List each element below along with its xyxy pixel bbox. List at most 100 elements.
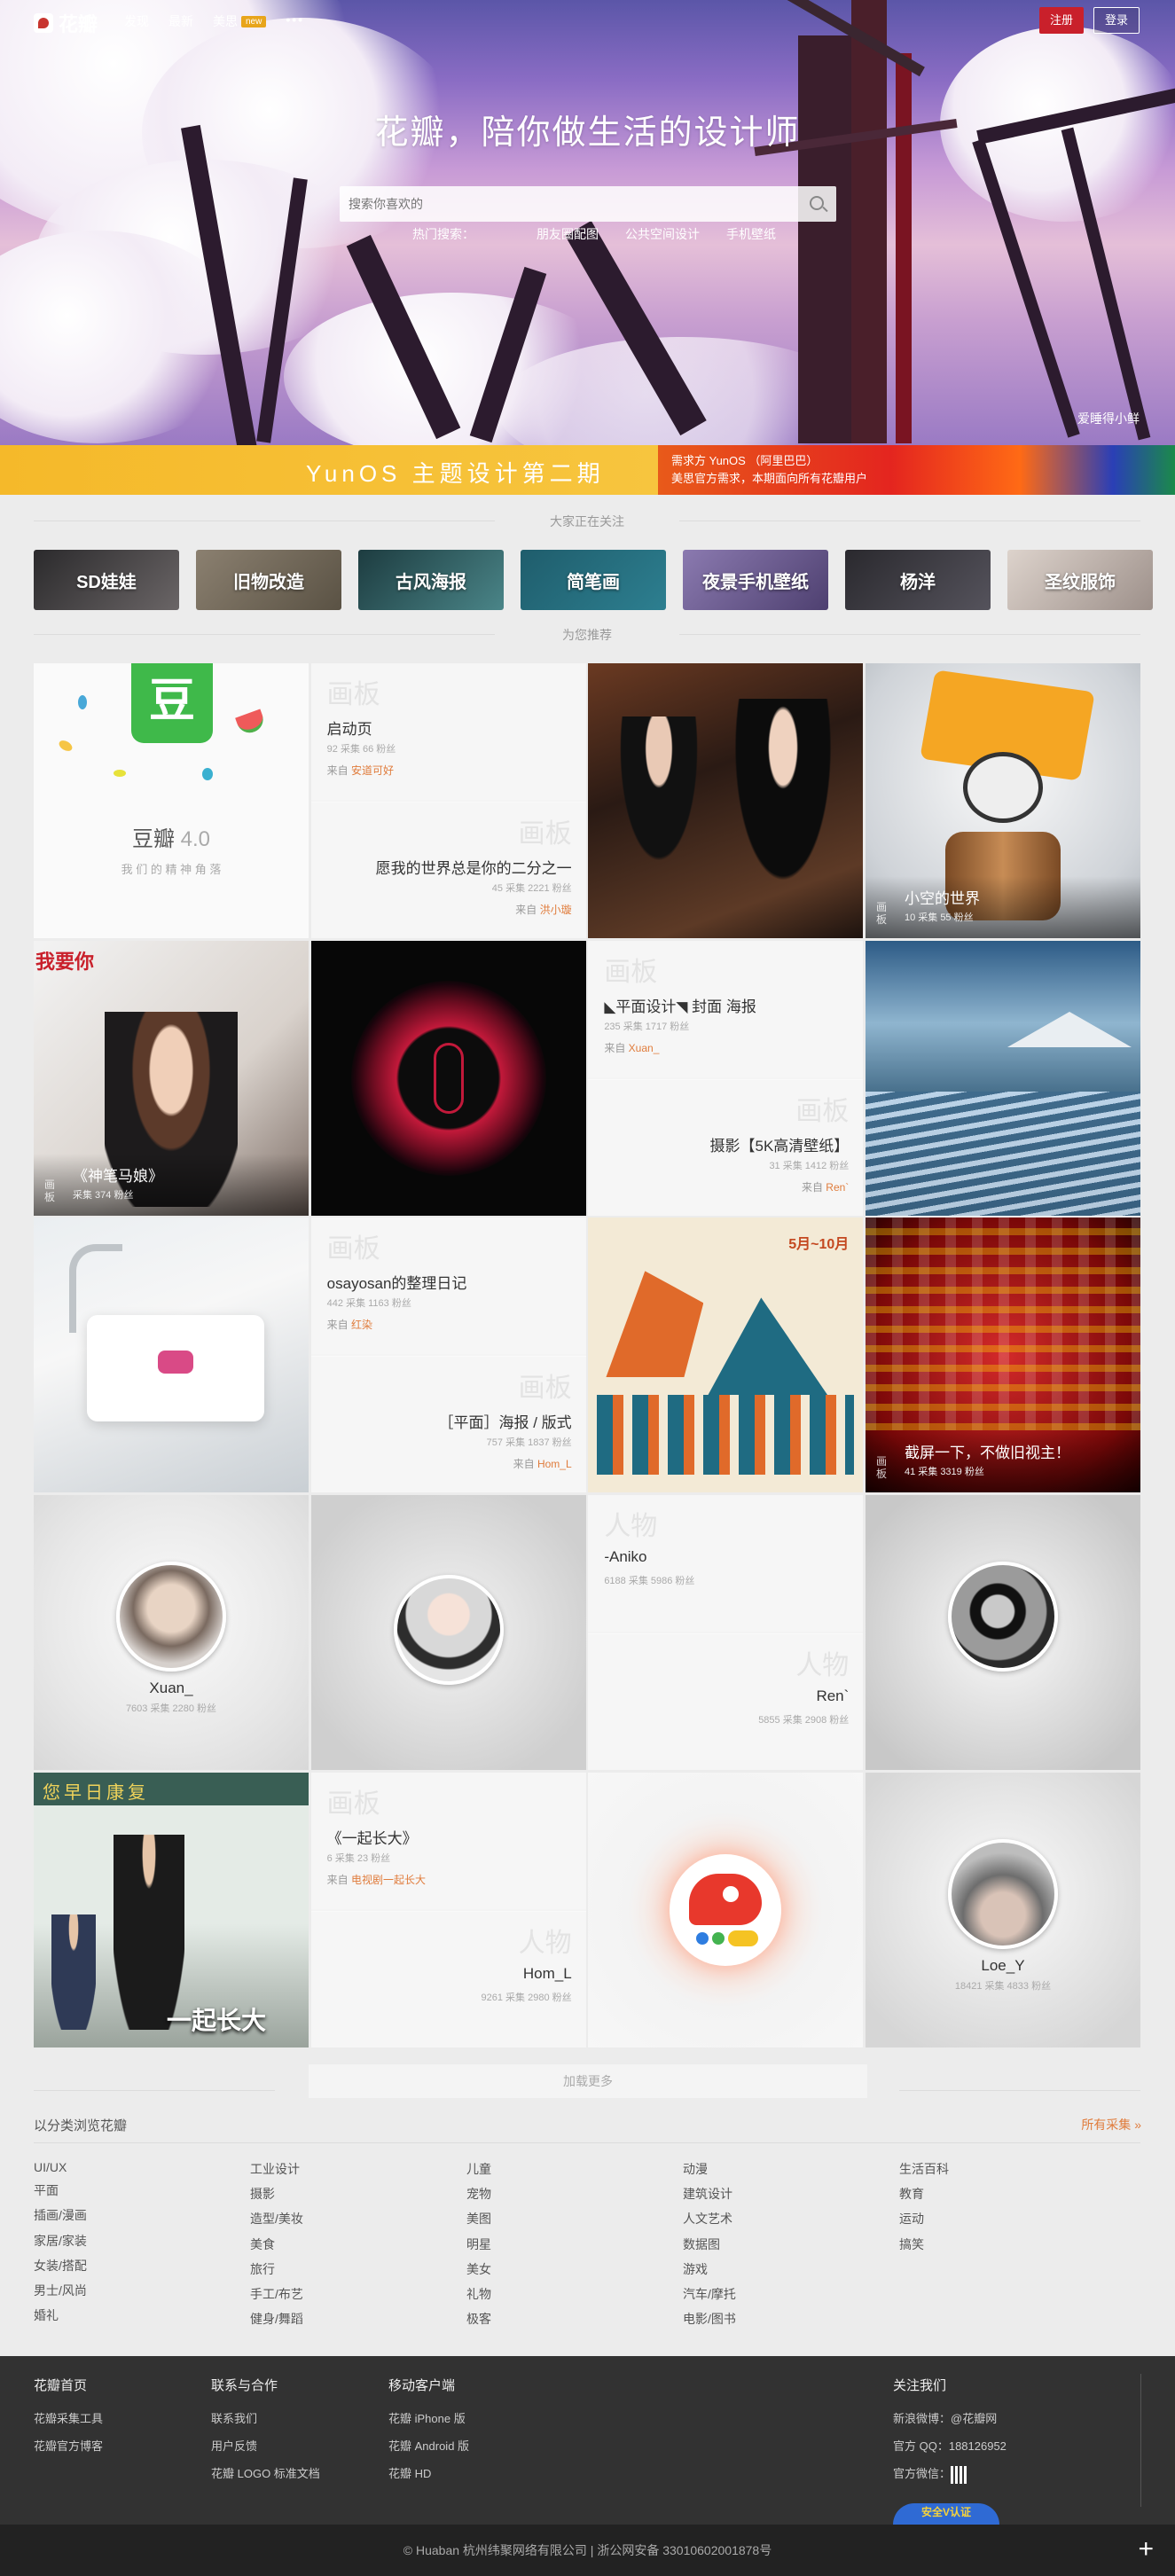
category-link[interactable]: 建筑设计 <box>683 2185 899 2203</box>
category-link[interactable]: 搞笑 <box>899 2235 1116 2253</box>
tag-upcycle[interactable]: 旧物改造 <box>196 550 341 610</box>
category-link[interactable]: 人文艺术 <box>683 2210 899 2228</box>
category-link[interactable]: 明星 <box>466 2235 683 2253</box>
person-item[interactable]: 人物 Hom_L 9261 采集 2980 粉丝 <box>310 1910 586 2047</box>
hot-link[interactable]: 朋友圈配图 <box>537 225 599 243</box>
category-link[interactable]: 工业设计 <box>250 2160 466 2178</box>
person-item[interactable]: 人物 -Aniko 6188 采集 5986 粉丝 <box>588 1494 864 1632</box>
board-item[interactable]: 画板 osayosan的整理日记 442 采集 1163 粉丝 来自 红染 <box>310 1218 586 1355</box>
category-link[interactable]: 健身/舞蹈 <box>250 2310 466 2328</box>
footer-link[interactable]: 花瓣采集工具 <box>34 2405 103 2432</box>
hero-credit[interactable]: 爱睡得小鲜 <box>1077 410 1140 427</box>
category-link[interactable]: 宠物 <box>466 2185 683 2203</box>
category-link[interactable]: 插画/漫画 <box>34 2206 250 2224</box>
category-link[interactable]: 美图 <box>466 2210 683 2228</box>
tag-sd-doll[interactable]: SD娃娃 <box>34 550 179 610</box>
pin-girl-photo[interactable]: 我要你 画板 《神笔马娘》 采集 374 粉丝 <box>34 940 309 1216</box>
person-card[interactable] <box>310 1494 586 1770</box>
board-item[interactable]: 画板 启动页 92 采集 66 粉丝 来自 安道可好 <box>310 663 586 800</box>
category-link[interactable]: 电影/图书 <box>683 2310 899 2328</box>
board-item[interactable]: 画板 摄影【5K高清壁纸】 31 采集 1412 粉丝 来自 Ren` <box>588 1078 864 1216</box>
person-card[interactable] <box>865 1494 1140 1770</box>
pin-illustrated-poster[interactable]: 5月~10月 <box>588 1218 864 1493</box>
category-link[interactable]: 摄影 <box>250 2185 466 2203</box>
footer-link[interactable]: 花瓣 HD <box>388 2460 469 2487</box>
hot-link[interactable]: 公共空间设计 <box>625 225 700 243</box>
promo-banner[interactable]: YunOS 主题设计第二期 需求方 YunOS （阿里巴巴） 美思官方需求，本期… <box>0 445 1175 495</box>
pin-waterfall-photo[interactable] <box>865 940 1140 1216</box>
pin-tv-drama-photo[interactable]: 您早日康复 一起长大 <box>34 1772 309 2047</box>
avatar[interactable] <box>947 1838 1058 1949</box>
category-link[interactable]: 游戏 <box>683 2260 899 2278</box>
footer-link[interactable]: 花瓣 LOGO 标准文档 <box>211 2460 320 2487</box>
footer-link[interactable]: 联系我们 <box>211 2405 320 2432</box>
pin-app-icon[interactable] <box>588 1772 864 2047</box>
search-icon[interactable] <box>810 196 824 210</box>
board-item[interactable]: 画板 ［平面］海报 / 版式 757 采集 1837 粉丝 来自 Hom_L <box>310 1356 586 1493</box>
person-item[interactable]: 人物 Ren` 5855 采集 2908 粉丝 <box>588 1633 864 1770</box>
search-input[interactable] <box>349 186 792 222</box>
person-card[interactable]: Xuan_ 7603 采集 2280 粉丝 <box>34 1494 309 1770</box>
category-link[interactable]: 礼物 <box>466 2285 683 2303</box>
register-button[interactable]: 注册 <box>1039 7 1084 34</box>
person-name[interactable]: Xuan_ <box>34 1679 309 1697</box>
category-link[interactable]: 数据图 <box>683 2235 899 2253</box>
pin-douban[interactable]: 豆 豆瓣 4.0 我 们 的 精 神 角 落 <box>34 663 309 938</box>
tag-ancient-poster[interactable]: 古风海报 <box>358 550 504 610</box>
load-more-button[interactable]: 加载更多 <box>309 2064 867 2098</box>
board-author[interactable]: 电视剧一起长大 <box>351 1874 426 1886</box>
footer-link[interactable]: 花瓣 iPhone 版 <box>388 2405 469 2432</box>
category-link[interactable]: 极客 <box>466 2310 683 2328</box>
tag-tattoo-fashion[interactable]: 圣纹服饰 <box>1007 550 1153 610</box>
person-board-card[interactable]: 人物 -Aniko 6188 采集 5986 粉丝 人物 Ren` 5855 采… <box>588 1494 864 1770</box>
pin-red-typography[interactable]: 画板 截屏一下，不做旧视主！ 41 采集 3319 粉丝 <box>865 1218 1140 1493</box>
pin-sink-photo[interactable] <box>34 1218 309 1493</box>
more-menu-icon[interactable]: ••• <box>286 12 304 30</box>
category-link[interactable]: 生活百科 <box>899 2160 1116 2178</box>
category-link[interactable]: 教育 <box>899 2185 1116 2203</box>
all-pins-link[interactable]: 所有采集 » <box>1081 2116 1141 2134</box>
category-link[interactable]: 手工/布艺 <box>250 2285 466 2303</box>
nav-latest[interactable]: 最新 <box>168 12 193 30</box>
category-link[interactable]: 动漫 <box>683 2160 899 2178</box>
board-card[interactable]: 画板 osayosan的整理日记 442 采集 1163 粉丝 来自 红染 画板… <box>310 1218 586 1493</box>
person-card[interactable]: Loe_Y 18421 采集 4833 粉丝 <box>865 1772 1140 2047</box>
plus-icon[interactable]: + <box>1138 2536 1154 2563</box>
board-item[interactable]: 画板 《一起长大》 6 采集 23 粉丝 来自 电视剧一起长大 <box>310 1772 586 1909</box>
board-item[interactable]: 画板 ◣平面设计◥ 封面 海报 235 采集 1717 粉丝 来自 Xuan_ <box>588 940 864 1077</box>
board-author[interactable]: 安道可好 <box>351 764 394 777</box>
pin-robot-illustration[interactable]: 画板 小空的世界 10 采集 55 粉丝 <box>865 663 1140 938</box>
category-link[interactable]: 汽车/摩托 <box>683 2285 899 2303</box>
board-author[interactable]: Ren` <box>826 1181 849 1194</box>
board-card[interactable]: 画板 启动页 92 采集 66 粉丝 来自 安道可好 画板 愿我的世界总是你的二… <box>310 663 586 938</box>
footer-link[interactable]: 花瓣官方博客 <box>34 2432 103 2460</box>
tag-sketch[interactable]: 简笔画 <box>521 550 666 610</box>
footer-link[interactable]: 用户反馈 <box>211 2432 320 2460</box>
avatar[interactable] <box>947 1561 1058 1672</box>
category-link[interactable]: 婚礼 <box>34 2306 250 2324</box>
nav-meisi[interactable]: 美思 new <box>213 12 267 30</box>
board-author[interactable]: Hom_L <box>537 1458 572 1470</box>
category-link[interactable]: 运动 <box>899 2210 1116 2228</box>
category-link[interactable]: 女装/搭配 <box>34 2257 250 2275</box>
nav-discover[interactable]: 发现 <box>124 12 149 30</box>
category-link[interactable]: 旅行 <box>250 2260 466 2278</box>
avatar[interactable] <box>393 1574 504 1685</box>
category-link[interactable]: 平面 <box>34 2181 250 2199</box>
qr-code-icon[interactable] <box>951 2465 969 2484</box>
security-badge[interactable]: 安全V认证 <box>893 2503 999 2525</box>
category-link[interactable]: 男士/风尚 <box>34 2282 250 2299</box>
board-item[interactable]: 画板 愿我的世界总是你的二分之一 45 采集 2221 粉丝 来自 洪小璇 <box>310 802 586 938</box>
board-author[interactable]: 洪小璇 <box>540 904 572 916</box>
board-author[interactable]: 红染 <box>351 1319 372 1331</box>
person-name[interactable]: Loe_Y <box>866 1957 1140 1975</box>
category-link[interactable]: 美女 <box>466 2260 683 2278</box>
hot-link[interactable]: 手机壁纸 <box>726 225 776 243</box>
category-link[interactable]: 美食 <box>250 2235 466 2253</box>
pin-two-girls-photo[interactable] <box>588 663 864 938</box>
category-link[interactable]: UI/UX <box>34 2160 250 2174</box>
category-link[interactable]: 造型/美妆 <box>250 2210 466 2228</box>
tag-night-wallpaper[interactable]: 夜景手机壁纸 <box>683 550 828 610</box>
tag-yang-yang[interactable]: 杨洋 <box>845 550 991 610</box>
login-button[interactable]: 登录 <box>1093 7 1140 34</box>
